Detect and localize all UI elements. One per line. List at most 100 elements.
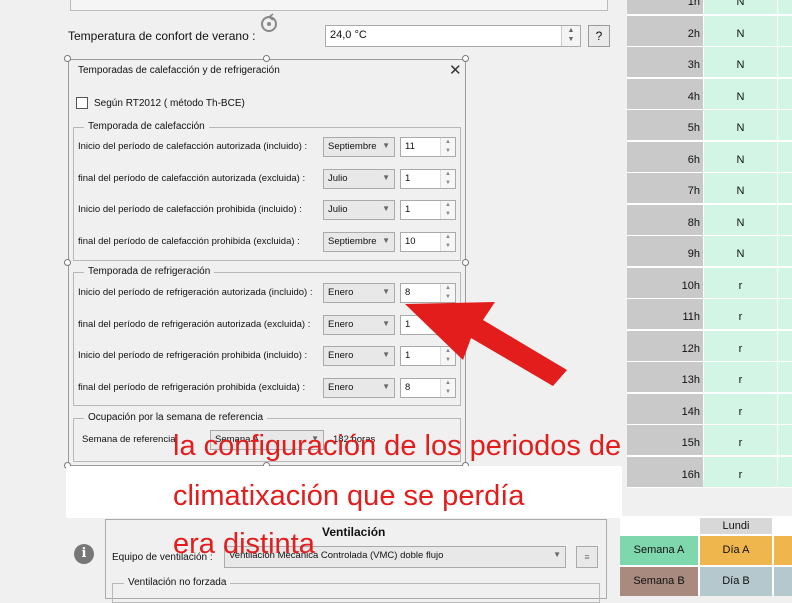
day-input[interactable]: 1 ▲▼	[400, 200, 456, 220]
hour-extra-cell[interactable]	[778, 362, 792, 393]
hour-extra-cell[interactable]	[778, 47, 792, 78]
hour-value-cell[interactable]: r	[704, 425, 777, 456]
month-value: Enero	[328, 350, 354, 361]
hour-cell: 13h	[627, 362, 703, 393]
day-extra-cell[interactable]	[774, 536, 792, 565]
month-select[interactable]: Septiembre ▼	[323, 231, 395, 252]
hour-extra-cell[interactable]	[778, 204, 792, 236]
hour-grid: 1h N 2h N 3h N 4h N 5h N 6h N 7h N 8h N 9h N 10h r 11h r 12h r 1…	[627, 0, 792, 488]
hour-value-cell[interactable]: r	[704, 267, 777, 299]
day-extra-cell[interactable]	[774, 567, 792, 596]
month-select[interactable]: Julio ▼	[323, 168, 395, 189]
hour-value-cell[interactable]: N	[704, 0, 777, 15]
hour-extra-cell[interactable]	[778, 456, 792, 488]
hour-cell: 15h	[627, 425, 703, 456]
heating-group-title: Temporada de calefacción	[84, 121, 209, 132]
close-icon[interactable]: ✕	[449, 61, 462, 79]
week-cell[interactable]: Semana A	[620, 536, 698, 565]
resize-handle[interactable]	[64, 55, 71, 62]
day-value: 11	[405, 141, 415, 152]
dialog-title: Temporadas de calefacción y de refrigera…	[78, 65, 280, 76]
red-arrow-icon	[405, 302, 567, 386]
hour-value-cell[interactable]: N	[704, 173, 777, 204]
month-select[interactable]: Enero ▼	[323, 283, 395, 303]
resize-handle[interactable]	[462, 259, 469, 266]
month-value: Septiembre	[328, 235, 377, 247]
month-value: Julio	[328, 204, 348, 215]
edit-button[interactable]: ≡	[576, 546, 598, 568]
help-button[interactable]: ?	[588, 25, 610, 47]
season-row-label: Inicio del período de refrigeración proh…	[78, 350, 308, 361]
hour-extra-cell[interactable]	[778, 78, 792, 110]
annotation-line-2: climatixación que se perdía	[173, 480, 525, 512]
spin-buttons[interactable]: ▲▼	[440, 232, 455, 251]
hour-extra-cell[interactable]	[778, 330, 792, 362]
spin-buttons[interactable]: ▲▼	[440, 169, 455, 188]
month-value: Enero	[328, 287, 354, 298]
hour-value-cell[interactable]: N	[704, 15, 777, 47]
month-select[interactable]: Enero ▼	[323, 346, 395, 366]
month-select[interactable]: Julio ▼	[323, 200, 395, 220]
hour-value-cell[interactable]: r	[704, 362, 777, 393]
hour-cell: 6h	[627, 141, 703, 173]
week-cell[interactable]: Semana B	[620, 567, 698, 596]
hour-extra-cell[interactable]	[778, 425, 792, 456]
hour-value-cell[interactable]: r	[704, 330, 777, 362]
day-input[interactable]: 11 ▲ ▼	[400, 137, 456, 157]
resize-handle[interactable]	[263, 55, 270, 62]
hour-value-cell[interactable]: r	[704, 299, 777, 330]
spin-buttons[interactable]: ▲▼	[561, 26, 580, 46]
day-cell[interactable]: Día B	[700, 567, 772, 596]
resize-handle[interactable]	[462, 55, 469, 62]
rotate-handle-icon[interactable]	[258, 13, 280, 35]
resize-handle[interactable]	[64, 259, 71, 266]
hour-extra-cell[interactable]	[778, 299, 792, 330]
hour-extra-cell[interactable]	[778, 141, 792, 173]
day-cell[interactable]: Día A	[700, 536, 772, 565]
hour-value-cell[interactable]: r	[704, 456, 777, 488]
comfort-temp-value: 24,0 °C	[330, 29, 367, 41]
chevron-down-icon: ▼	[382, 287, 390, 296]
day-input[interactable]: 1 ▲▼	[400, 168, 456, 189]
day-input[interactable]: 10 ▲ ▼	[400, 231, 456, 252]
hour-cell: 7h	[627, 173, 703, 204]
month-value: Enero	[328, 381, 354, 393]
hour-extra-cell[interactable]	[778, 236, 792, 267]
month-select[interactable]: Enero ▼	[323, 377, 395, 398]
hour-extra-cell[interactable]	[778, 15, 792, 47]
cooling-group-title: Temporada de refrigeración	[84, 266, 215, 277]
comfort-temp-input[interactable]: 24,0 °C ▲ ▼	[325, 25, 581, 47]
hour-value-cell[interactable]: N	[704, 204, 777, 236]
hour-cell: 5h	[627, 110, 703, 141]
hour-value-cell[interactable]: N	[704, 78, 777, 110]
annotation-line-1: la configuración de los periodos de	[173, 430, 622, 462]
month-select[interactable]: Septiembre ▼	[323, 137, 395, 157]
hour-cell: 1h	[627, 0, 703, 15]
month-value: Julio	[328, 172, 348, 184]
hour-value-cell[interactable]: N	[704, 236, 777, 267]
hour-extra-cell[interactable]	[778, 173, 792, 204]
season-row-label: Inicio del período de calefacción prohib…	[78, 204, 302, 215]
month-value: Septiembre	[328, 141, 377, 152]
month-select[interactable]: Enero ▼	[323, 314, 395, 335]
spin-buttons[interactable]: ▲▼	[440, 138, 455, 156]
hour-extra-cell[interactable]	[778, 393, 792, 425]
hour-value-cell[interactable]: r	[704, 393, 777, 425]
annotation-line-3: era distinta	[173, 528, 315, 560]
hour-value-cell[interactable]: N	[704, 110, 777, 141]
hour-extra-cell[interactable]	[778, 110, 792, 141]
rt2012-checkbox[interactable]	[76, 97, 88, 109]
panel-edge	[70, 0, 608, 11]
hour-extra-cell[interactable]	[778, 0, 792, 15]
week-table-header: Lundi	[700, 518, 772, 534]
hour-cell: 9h	[627, 236, 703, 267]
occupancy-group-title: Ocupación por la semana de referencia	[84, 412, 268, 423]
spin-buttons[interactable]: ▲▼	[440, 201, 455, 219]
comfort-temp-label: Temperatura de confort de verano :	[68, 29, 256, 43]
hour-value-cell[interactable]: N	[704, 141, 777, 173]
day-value: 1	[405, 172, 411, 184]
season-row-label: final del período de refrigeración autor…	[78, 318, 311, 330]
hour-value-cell[interactable]: N	[704, 47, 777, 78]
hour-extra-cell[interactable]	[778, 267, 792, 299]
chevron-down-icon: ▼	[382, 204, 390, 213]
